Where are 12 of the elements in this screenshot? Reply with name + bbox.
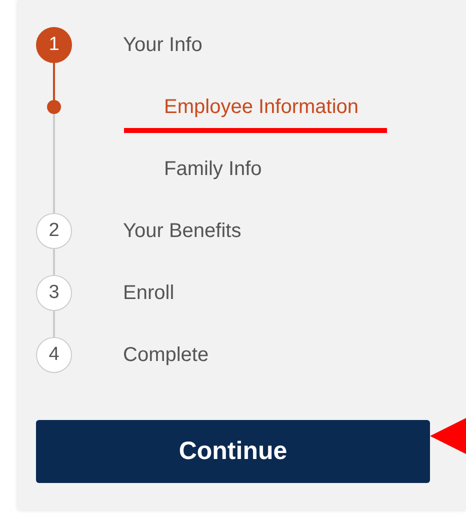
step-number: 1: [36, 27, 72, 63]
substep-label: Employee Information: [164, 95, 359, 120]
step-label: Complete: [123, 343, 209, 368]
step-number: 4: [36, 337, 72, 373]
continue-button[interactable]: Continue: [36, 420, 430, 483]
step-label: Enroll: [123, 281, 174, 306]
substep-label: Family Info: [164, 157, 262, 182]
step-number: 2: [36, 213, 72, 249]
step-label: Your Info: [123, 33, 202, 58]
step-number: 3: [36, 275, 72, 311]
step-label: Your Benefits: [123, 219, 242, 244]
arrow-annotation: [430, 416, 466, 456]
